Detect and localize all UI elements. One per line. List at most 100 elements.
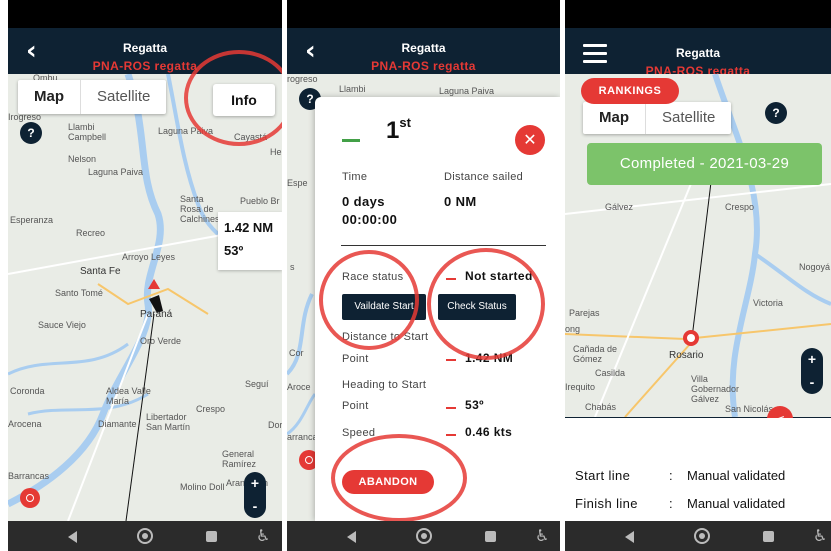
map-place-label: Diamante (98, 419, 137, 429)
current-rank: 1st (386, 115, 411, 145)
map-type-map[interactable]: Map (18, 80, 80, 114)
speed-label: Speed (342, 427, 376, 439)
map-place-label: Llambi (339, 84, 366, 94)
speed-dash (446, 434, 456, 436)
map-place-label: Pueblo Br (240, 196, 280, 206)
zoom-in-button[interactable]: + (801, 348, 823, 371)
start-line-value: Manual validated (687, 468, 786, 483)
nav-recent-icon[interactable] (206, 531, 217, 542)
separator: : (669, 468, 673, 483)
map-type-toggle[interactable]: Map Satellite (18, 80, 167, 114)
page-title: Regatta (122, 41, 167, 55)
nav-home-icon[interactable] (137, 528, 153, 544)
abandon-button[interactable]: ABANDON (342, 470, 434, 494)
divider (341, 245, 546, 246)
map-type-map[interactable]: Map (583, 102, 645, 134)
screen-race-info: ‹ Regatta PNA-ROS regatta rogreso Llambi… (287, 0, 560, 551)
map-place-label: Seguí (245, 379, 269, 389)
map-place-label: Sauce Viejo (38, 320, 86, 330)
rankings-button[interactable]: RANKINGS (581, 78, 679, 104)
nav-back-icon[interactable] (68, 531, 77, 543)
status-bar (287, 0, 560, 28)
app-header: Regatta PNA-ROS regatta (565, 28, 831, 78)
status-bar (8, 0, 282, 28)
accessibility-icon[interactable]: ♿ (256, 526, 270, 545)
help-icon[interactable]: ? (765, 102, 787, 124)
nav-back-icon[interactable] (625, 531, 634, 543)
info-button[interactable]: Info (213, 84, 275, 116)
time-days-value: 0 days (342, 194, 385, 209)
map-place-label: Paraná (140, 309, 173, 320)
map-place-label: s (290, 262, 295, 272)
speed-value: 0.46 kts (465, 425, 513, 439)
map-place-label: Recreo (76, 228, 106, 238)
distance-sailed-value: 0 NM (444, 194, 477, 209)
map-place-label: Rosario (669, 350, 704, 361)
nav-home-icon[interactable] (416, 528, 432, 544)
nav-recent-icon[interactable] (485, 531, 496, 542)
map-place-label: Crespo (725, 202, 755, 212)
regatta-name: PNA-ROS regatta (371, 59, 476, 73)
race-completed-banner: Completed - 2021-03-29 (587, 143, 822, 185)
map-place-label: Parejas (569, 308, 600, 318)
map-place-label: Oro Verde (140, 336, 182, 346)
help-icon[interactable]: ? (20, 122, 42, 144)
rank-suffix: st (399, 115, 411, 130)
map-view[interactable]: Santa Fe Gálvez Crespo Nogoyá Parejas Vi… (565, 74, 831, 417)
start-line-label: Start line (575, 468, 631, 483)
nav-home-icon[interactable] (694, 528, 710, 544)
zoom-out-button[interactable]: - (801, 371, 823, 394)
zoom-control[interactable]: + - (801, 348, 823, 394)
map-type-toggle[interactable]: Map Satellite (583, 102, 732, 134)
map-place-label: General Ramírez (222, 449, 257, 469)
map-place-label: rogreso (287, 74, 318, 84)
status-bar (565, 0, 831, 28)
map-place-label: Laguna Paiva (158, 126, 214, 136)
page-title: Regatta (675, 46, 720, 60)
map-place-label: Barrancas (8, 471, 50, 481)
nav-back-icon[interactable] (347, 531, 356, 543)
map-place-label: Casilda (595, 368, 626, 378)
map-type-satellite[interactable]: Satellite (645, 102, 731, 134)
zoom-out-button[interactable]: - (244, 495, 266, 518)
map-place-label: Santa Rosa de Calchines (180, 194, 220, 224)
map-place-label: Espe (287, 178, 308, 188)
nav-recent-icon[interactable] (763, 531, 774, 542)
map-place-label: Nogoyá (799, 262, 831, 272)
screen-completed: Regatta PNA-ROS regatta Santa Fe Gálvez … (565, 0, 831, 551)
map-place-label: ong (565, 324, 581, 334)
distance-to-start-value: 1.42 NM (465, 351, 514, 365)
map-place-label: Nelson (68, 154, 97, 164)
map-place-label: Laguna Paiva (88, 167, 144, 177)
app-header: ‹ Regatta PNA-ROS regatta (8, 28, 282, 74)
locate-icon[interactable] (20, 488, 40, 508)
accessibility-icon[interactable]: ♿ (535, 526, 549, 545)
zoom-in-button[interactable]: + (244, 472, 266, 495)
heading-to-start-value: 53º (465, 398, 484, 412)
map-place-label: Villa Gobernador Gálvez (691, 374, 740, 404)
distance-to-start: 1.42 NM (224, 220, 274, 235)
map-place-label: Llambi Campbell (68, 122, 107, 142)
distance-to-start-label-2: Point (342, 353, 369, 365)
close-icon[interactable]: ✕ (515, 125, 545, 155)
zoom-control[interactable]: + - (244, 472, 266, 518)
map-place-label: Santa Fe (80, 266, 121, 277)
time-label: Time (342, 171, 368, 183)
android-nav-bar: ♿ (287, 521, 560, 551)
map-type-satellite[interactable]: Satellite (80, 80, 166, 114)
map-place-label: Gálvez (605, 202, 634, 212)
map-place-label: Cañada de Gómez (573, 344, 618, 364)
validate-start-button[interactable]: Vaildate Start (342, 294, 426, 320)
accessibility-icon[interactable]: ♿ (813, 526, 827, 545)
screen-map-info: ‹ Regatta PNA-ROS regatta Ombu Llambi Ca… (8, 0, 282, 551)
distance-sailed-label: Distance sailed (444, 171, 524, 183)
map-place-label: Cayastá (234, 132, 268, 142)
map-place-label: Aldea Valle María (106, 386, 151, 406)
map-view[interactable]: Ombu Llambi Campbell Laguna Paiva Nelson… (8, 74, 282, 521)
distance-heading-box: 1.42 NM 53º (218, 212, 282, 270)
map-place-label: Dor (268, 420, 282, 430)
map-place-label: arranca (287, 432, 318, 442)
distance-to-start-label: Distance to Start (342, 331, 429, 343)
check-status-button[interactable]: Check Status (438, 294, 516, 320)
map-place-label: Molino Doll (180, 482, 225, 492)
